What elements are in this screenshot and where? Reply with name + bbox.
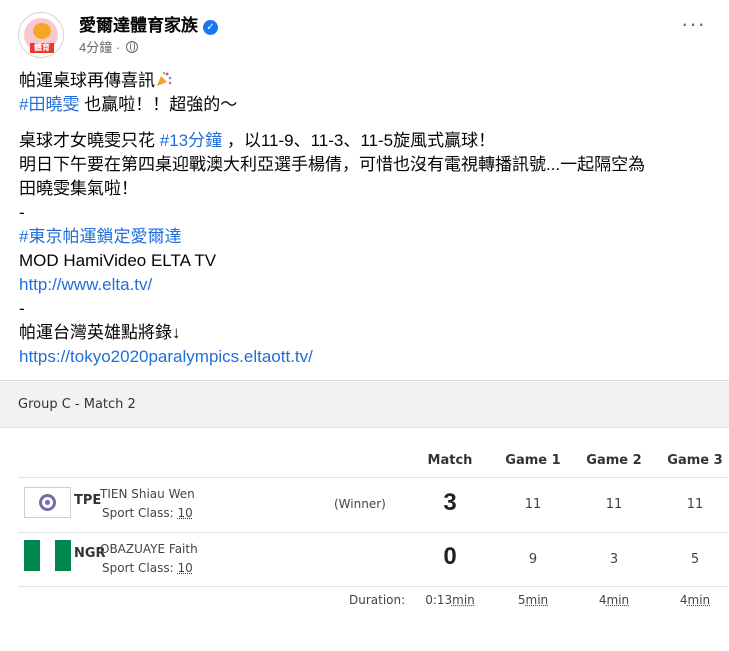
winner-label: (Winner) xyxy=(334,497,386,511)
post-header: 體育 愛爾達體育家族 ✓ 4分鐘 · ··· xyxy=(18,10,718,58)
hashtag-link[interactable]: #13分鐘 xyxy=(160,131,222,150)
header-game2: Game 2 xyxy=(586,453,642,468)
duration-match: 0:13min xyxy=(425,593,475,607)
page-name-link[interactable]: 愛爾達體育家族 xyxy=(79,16,198,35)
post-line: 帕運台灣英雄點將錄↓ xyxy=(19,323,181,342)
post-meta: 4分鐘 · xyxy=(79,37,138,56)
header-game3: Game 3 xyxy=(667,453,723,468)
duration-game1: 5min xyxy=(517,593,549,607)
post-line: #東京帕運鎖定愛爾達 xyxy=(19,225,719,249)
more-options-button[interactable]: ··· xyxy=(681,13,706,35)
post-line-text: 帕運桌球再傳喜訊 xyxy=(19,71,155,90)
table-row: NGR OBAZUAYE Faith Sport Class: 10 0 9 3… xyxy=(18,533,728,587)
chinese-taipei-flag-icon xyxy=(24,487,71,518)
duration-game3: 4min xyxy=(679,593,711,607)
game-score: 11 xyxy=(686,497,704,512)
elta-tv-link[interactable]: http://www.elta.tv/ xyxy=(19,275,152,294)
avatar-badge: 體育 xyxy=(30,43,54,53)
country-code: TPE xyxy=(74,493,102,508)
post-line: http://www.elta.tv/ xyxy=(19,273,719,297)
game-score: 11 xyxy=(524,497,542,512)
post-line: #田曉雯 也贏啦！！超強的～ xyxy=(19,93,719,117)
duration-label: Duration: xyxy=(349,593,406,607)
scoreboard-header: Match Game 1 Game 2 Game 3 xyxy=(18,448,728,478)
post-line: https://tokyo2020paralympics.eltaott.tv/ xyxy=(19,345,719,369)
game-score: 3 xyxy=(609,552,619,567)
post-line: MOD HamiVideo ELTA TV xyxy=(19,251,217,270)
match-score: 3 xyxy=(443,489,457,516)
paralympics-link[interactable]: https://tokyo2020paralympics.eltaott.tv/ xyxy=(19,347,313,366)
post-dash: - xyxy=(19,203,25,222)
sport-class: Sport Class: 10 xyxy=(102,561,193,575)
game-score: 9 xyxy=(528,552,538,567)
post-text: 帕運桌球再傳喜訊 #田曉雯 也贏啦！！超強的～ 桌球才女曉雯只花 #13分鐘 ，… xyxy=(19,69,719,369)
verified-badge-icon: ✓ xyxy=(203,20,218,35)
game-score: 11 xyxy=(605,497,623,512)
player-name: TIEN Shiau Wen xyxy=(100,487,195,501)
nigeria-flag-icon xyxy=(24,540,72,571)
hashtag-link[interactable]: #東京帕運鎖定愛爾達 xyxy=(19,227,181,246)
post-line: 桌球才女曉雯只花 #13分鐘 ，以11-9、11-3、11-5旋風式贏球！ xyxy=(19,129,719,153)
post-timestamp[interactable]: 4分鐘 xyxy=(79,40,112,55)
header-game1: Game 1 xyxy=(505,453,561,468)
game-score: 5 xyxy=(690,552,700,567)
table-row: TPE TIEN Shiau Wen Sport Class: 10 (Winn… xyxy=(18,478,728,533)
duration-game2: 4min xyxy=(598,593,630,607)
avatar-mascot-icon xyxy=(33,23,51,39)
post-line-text: ，以11-9、11-3、11-5旋風式贏球！ xyxy=(222,131,496,150)
header-match: Match xyxy=(427,453,473,468)
meta-separator: · xyxy=(115,40,121,55)
player-name: OBAZUAYE Faith xyxy=(100,542,198,556)
match-score: 0 xyxy=(443,543,457,570)
group-bar: Group C - Match 2 xyxy=(0,382,729,428)
post-line-text: 桌球才女曉雯只花 xyxy=(19,131,160,150)
post-line: 田曉雯集氣啦！ xyxy=(19,179,138,198)
post-line: 明日下午要在第四桌迎戰澳大利亞選手楊倩，可惜也沒有電視轉播訊號...一起隔空為 xyxy=(19,155,646,174)
hashtag-link[interactable]: #田曉雯 xyxy=(19,95,79,114)
duration-row: Duration: 0:13min 5min 4min 4min xyxy=(18,587,728,615)
globe-icon xyxy=(125,41,138,53)
post-line-text: 也贏啦！！超強的～ xyxy=(79,95,238,114)
page-name-row: 愛爾達體育家族 ✓ xyxy=(79,11,218,36)
party-popper-icon xyxy=(157,71,172,86)
post-dash: - xyxy=(19,299,25,318)
group-title: Group C - Match 2 xyxy=(18,397,136,412)
sport-class: Sport Class: 10 xyxy=(102,506,193,520)
page-avatar[interactable]: 體育 xyxy=(18,12,64,58)
post-line: 帕運桌球再傳喜訊 xyxy=(19,69,719,93)
